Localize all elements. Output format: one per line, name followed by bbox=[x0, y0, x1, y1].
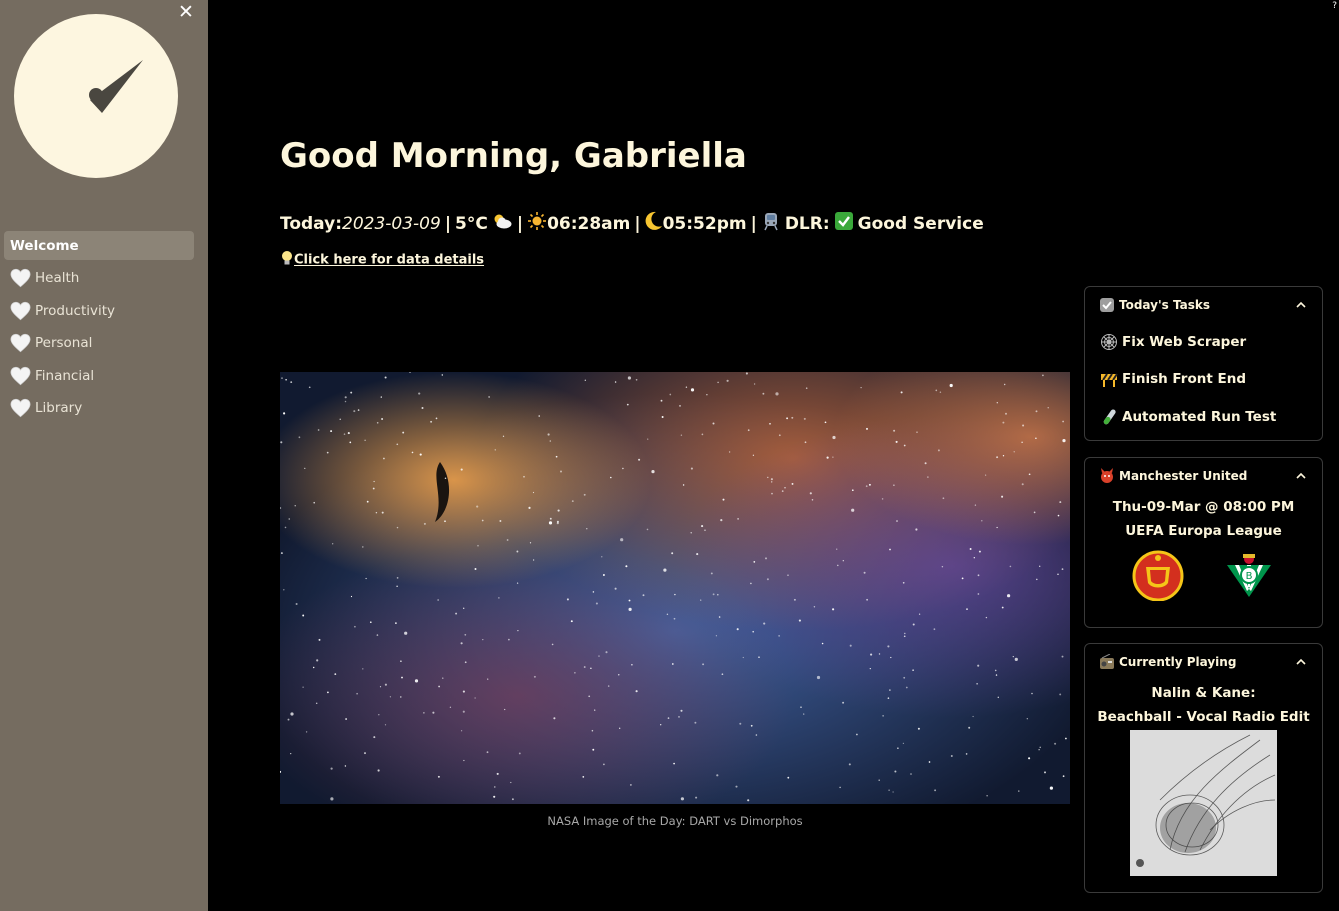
task-item[interactable]: Automated Run Test bbox=[1085, 398, 1322, 436]
transport-label: DLR: bbox=[784, 213, 830, 234]
test-tube-icon bbox=[1100, 408, 1118, 426]
train-icon bbox=[761, 211, 781, 236]
temperature: 5°C bbox=[455, 213, 488, 234]
sunrise-time: 06:28am bbox=[547, 213, 631, 234]
light-bulb-icon bbox=[280, 250, 294, 270]
football-card: Manchester United Thu-09-Mar @ 08:00 PM … bbox=[1084, 457, 1323, 628]
data-details-link[interactable]: Click here for data details bbox=[280, 250, 484, 270]
close-sidebar-button[interactable]: ✕ bbox=[176, 1, 196, 23]
football-card-title: Manchester United bbox=[1119, 469, 1248, 483]
chevron-up-icon[interactable] bbox=[1294, 469, 1308, 483]
sidebar-item-label: Health bbox=[35, 270, 80, 286]
task-item[interactable]: Finish Front End bbox=[1085, 361, 1322, 399]
task-item[interactable]: Fix Web Scraper bbox=[1085, 323, 1322, 361]
chevron-up-icon[interactable] bbox=[1294, 655, 1308, 669]
match-competition: UEFA Europa League bbox=[1125, 523, 1282, 539]
sunset-time: 05:52pm bbox=[662, 213, 747, 234]
task-label: Finish Front End bbox=[1122, 371, 1246, 388]
today-prefix: Today: bbox=[280, 213, 343, 234]
nasa-image-caption: NASA Image of the Day: DART vs Dimorphos bbox=[547, 814, 803, 828]
album-art bbox=[1130, 730, 1277, 876]
sidebar-item-label: Personal bbox=[35, 335, 93, 351]
match-crests: B bbox=[1085, 539, 1322, 602]
sidebar: ✕ Welcome Health Productivity Personal F… bbox=[0, 0, 208, 911]
white-heart-icon bbox=[10, 398, 31, 418]
moon-icon bbox=[645, 211, 663, 236]
white-heart-icon bbox=[10, 366, 31, 386]
sidebar-item-label: Financial bbox=[35, 367, 95, 384]
music-card: Currently Playing Nalin & Kane: Beachbal… bbox=[1084, 643, 1323, 893]
tasks-card: Today's Tasks Fix Web Scraper Finish Fro… bbox=[1084, 286, 1323, 441]
real-betis-crest-icon: B bbox=[1223, 549, 1275, 601]
sidebar-item-financial[interactable]: Financial bbox=[4, 361, 194, 390]
sidebar-item-label: Welcome bbox=[10, 237, 79, 254]
task-label: Fix Web Scraper bbox=[1122, 333, 1247, 350]
white-heart-icon bbox=[10, 268, 31, 288]
sidebar-item-label: Library bbox=[35, 400, 83, 416]
construction-barrier-icon bbox=[1100, 370, 1118, 388]
today-summary: Today: 2023-03-09 | 5°C | 06:28am | 05:5… bbox=[280, 211, 984, 236]
track-artist: Nalin & Kane: bbox=[1151, 685, 1256, 701]
page-title: Good Morning, Gabriella bbox=[280, 136, 747, 176]
nasa-image bbox=[280, 372, 1070, 804]
music-card-header[interactable]: Currently Playing bbox=[1085, 644, 1322, 680]
checkbox-icon bbox=[1099, 297, 1115, 313]
help-icon[interactable]: ? bbox=[1332, 1, 1337, 11]
sidebar-item-health[interactable]: Health bbox=[4, 264, 194, 293]
track-title: Beachball - Vocal Radio Edit bbox=[1097, 709, 1310, 725]
sidebar-item-welcome[interactable]: Welcome bbox=[4, 231, 194, 260]
sidebar-item-personal[interactable]: Personal bbox=[4, 329, 194, 358]
sidebar-item-productivity[interactable]: Productivity bbox=[4, 296, 194, 325]
chevron-up-icon[interactable] bbox=[1294, 298, 1308, 312]
tasks-card-title: Today's Tasks bbox=[1119, 298, 1210, 312]
tasks-card-header[interactable]: Today's Tasks bbox=[1085, 287, 1322, 323]
transport-status: Good Service bbox=[857, 213, 984, 234]
music-card-title: Currently Playing bbox=[1119, 655, 1237, 669]
white-heart-icon bbox=[10, 301, 31, 321]
today-date: 2023-03-09 bbox=[342, 213, 441, 234]
manchester-united-crest-icon bbox=[1132, 549, 1184, 602]
football-card-header[interactable]: Manchester United bbox=[1085, 458, 1322, 494]
cloud-sun-icon bbox=[491, 212, 513, 235]
white-heart-icon bbox=[10, 333, 31, 353]
radio-icon bbox=[1099, 653, 1115, 670]
sidebar-nav: Welcome Health Productivity Personal Fin… bbox=[4, 231, 194, 426]
sidebar-item-library[interactable]: Library bbox=[4, 394, 194, 423]
spider-web-icon bbox=[1100, 333, 1118, 351]
check-mark-icon bbox=[834, 211, 854, 236]
compass-logo bbox=[14, 14, 178, 178]
svg-text:B: B bbox=[1245, 571, 1252, 582]
match-datetime: Thu-09-Mar @ 08:00 PM bbox=[1112, 499, 1295, 515]
task-label: Automated Run Test bbox=[1122, 408, 1277, 425]
sidebar-item-label: Productivity bbox=[35, 302, 116, 319]
devil-icon bbox=[1099, 468, 1115, 484]
sun-icon bbox=[527, 211, 547, 236]
